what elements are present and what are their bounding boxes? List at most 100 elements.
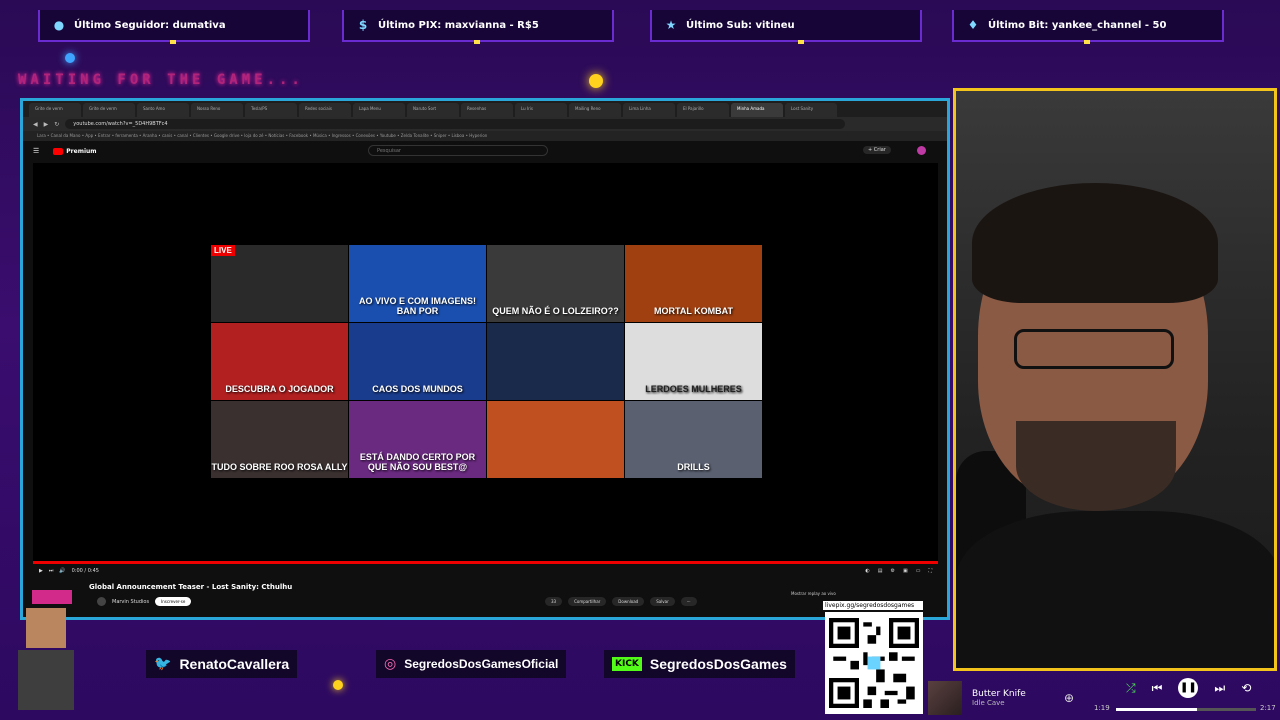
video-thumbnail[interactable]: ESTÁ DANDO CERTO POR QUE NÃO SOU BEST@	[349, 401, 486, 478]
youtube-logo[interactable]: Premium	[53, 147, 97, 155]
reload-icon[interactable]: ↻	[54, 121, 59, 128]
alert-bar: ● Último Seguidor: dumativa $ Último PIX…	[0, 0, 1280, 48]
video-thumbnail[interactable]: QUEM NÃO É O LOLZEIRO??	[487, 245, 624, 322]
star-icon: ★	[665, 18, 677, 32]
alert-bit-text: Último Bit: yankee_channel - 50	[988, 19, 1167, 31]
browser-tab[interactable]: Lu Iris	[515, 103, 567, 117]
end-screen-grid: LIVE AO VIVO E COM IMAGENS! BAN POR QUEM N…	[211, 245, 762, 478]
next-track-icon[interactable]: ⏭	[1214, 681, 1225, 696]
qr-code-icon	[829, 618, 919, 708]
previous-icon[interactable]: ⏮	[1152, 681, 1163, 696]
menu-icon[interactable]: ☰	[33, 147, 39, 155]
streamer-shirt	[956, 511, 1274, 668]
forward-icon[interactable]: ▶	[44, 121, 49, 128]
video-thumbnail[interactable]: AO VIVO E COM IMAGENS! BAN POR	[349, 245, 486, 322]
music-player: Butter Knife Idle Cave ⊕ ⤮ ⏮ ❚❚ ⏭ ⟲ 1:19…	[926, 676, 1280, 720]
thumbnail-label: ESTÁ DANDO CERTO POR QUE NÃO SOU BEST@	[359, 452, 476, 472]
avatar[interactable]	[917, 146, 926, 155]
browser-tab[interactable]: Mailing Reno	[569, 103, 621, 117]
video-actions: 33 Compartilhar Download Salvar ···	[545, 597, 697, 606]
playback-controls: ⤮ ⏮ ❚❚ ⏭ ⟲	[1126, 678, 1251, 698]
video-thumbnail[interactable]: LIVE	[211, 245, 348, 322]
time-display: 0:00 / 0:45	[71, 568, 99, 574]
browser-tab[interactable]: Nosso Reno	[191, 103, 243, 117]
video-thumbnail[interactable]: TUDO SOBRE ROO ROSA ALLY	[211, 401, 348, 478]
browser-tab[interactable]: Santo Amo	[137, 103, 189, 117]
video-progress-bar[interactable]	[33, 561, 938, 564]
browser-tab[interactable]: Redes sociais	[299, 103, 351, 117]
browser-tab[interactable]: Lost Sanity	[785, 103, 837, 117]
browser-tab[interactable]: El Pajarillo	[677, 103, 729, 117]
browser-tab[interactable]: Resenhas	[461, 103, 513, 117]
add-icon[interactable]: ⊕	[1064, 691, 1074, 705]
light-icon	[589, 74, 603, 88]
settings-icon[interactable]: ⚙	[891, 568, 895, 574]
browser-tab[interactable]: Lima Linha	[623, 103, 675, 117]
volume-icon[interactable]: 🔊	[59, 568, 65, 574]
autoplay-icon[interactable]: ◐	[865, 568, 869, 574]
instagram-icon: ◎	[384, 656, 397, 672]
subscribe-button[interactable]: Inscrever-se	[155, 597, 192, 606]
save-button[interactable]: Salvar	[650, 597, 675, 606]
kick-handle: KICK SegredosDosGames	[604, 650, 795, 678]
share-button[interactable]: Compartilhar	[568, 597, 607, 606]
play-icon[interactable]: ▶	[39, 568, 43, 574]
kick-name: SegredosDosGames	[649, 656, 787, 672]
browser-tab[interactable]: Lapa Menu	[353, 103, 405, 117]
subtitles-icon[interactable]: ▤	[878, 568, 883, 574]
lamp-icon	[798, 40, 804, 44]
theater-icon[interactable]: ▭	[916, 568, 921, 574]
track-progress[interactable]	[1116, 708, 1256, 711]
twitter-name: RenatoCavallera	[179, 656, 290, 672]
pix-icon: $	[358, 18, 368, 32]
twitter-icon: 🐦	[154, 656, 172, 672]
video-thumbnail[interactable]: CAOS DOS MUNDOS	[349, 323, 486, 400]
back-icon[interactable]: ◀	[33, 121, 38, 128]
replay-hint: Mostrar replay ao vivo	[791, 591, 836, 596]
like-button[interactable]: 33	[545, 597, 563, 606]
fullscreen-icon[interactable]: ⛶	[928, 568, 932, 574]
youtube-logo-text: Premium	[66, 147, 97, 155]
browser-tab[interactable]: Tesla/PS	[245, 103, 297, 117]
channel-name[interactable]: Marvin Studios	[112, 599, 149, 605]
video-title: Global Announcement Teaser - Lost Sanity…	[89, 583, 293, 591]
channel-avatar[interactable]	[97, 597, 106, 606]
video-thumbnail[interactable]: LERDOES MULHERES	[625, 323, 762, 400]
video-thumbnail[interactable]: DRILLS	[625, 401, 762, 478]
search-input[interactable]: Pesquisar	[368, 145, 548, 156]
shuffle-icon[interactable]: ⤮	[1126, 681, 1136, 696]
miniplayer-icon[interactable]: ▣	[903, 568, 908, 574]
thumbnail-label: CAOS DOS MUNDOS	[372, 384, 463, 394]
elapsed-time: 1:19	[1094, 704, 1110, 712]
waiting-banner: WAITING FOR THE GAME...	[18, 72, 304, 88]
qr-code	[825, 612, 923, 714]
video-thumbnail[interactable]	[487, 323, 624, 400]
bookmarks-bar: Lara • Canal da Mano • App • Entrar • fe…	[23, 131, 947, 141]
video-thumbnail[interactable]: DESCUBRA O JOGADOR	[211, 323, 348, 400]
browser-tab[interactable]: Grite de verm	[83, 103, 135, 117]
user-icon: ●	[53, 18, 65, 32]
pixel-mascot	[4, 590, 90, 720]
live-badge: LIVE	[211, 245, 235, 256]
video-thumbnail[interactable]: MORTAL KOMBAT	[625, 245, 762, 322]
thumbnail-label: MORTAL KOMBAT	[654, 306, 733, 316]
next-icon[interactable]: ⏭	[49, 568, 54, 574]
album-art	[928, 681, 962, 715]
instagram-handle: ◎ SegredosDosGamesOficial	[376, 650, 567, 678]
light-icon	[333, 680, 343, 690]
more-button[interactable]: ···	[680, 597, 697, 606]
browser-tab[interactable]: Minha Amada	[731, 103, 783, 117]
video-player[interactable]: LIVE AO VIVO E COM IMAGENS! BAN POR QUEM N…	[33, 163, 938, 563]
download-button[interactable]: Download	[612, 597, 645, 606]
thumbnail-label: LERDOES MULHERES	[645, 384, 742, 394]
channel-row: Marvin Studios Inscrever-se	[97, 597, 192, 606]
create-button[interactable]: + Criar	[863, 146, 891, 154]
browser-tab[interactable]: Naruto Sort	[407, 103, 459, 117]
browser-tab[interactable]: Grite de verm	[29, 103, 81, 117]
video-thumbnail[interactable]	[487, 401, 624, 478]
pause-button[interactable]: ❚❚	[1178, 678, 1199, 698]
stream-overlay: { "alerts": [ {"icon": "user-icon", "tex…	[0, 0, 1280, 720]
url-field[interactable]: youtube.com/watch?v=_5D4H9BTFc4	[65, 119, 846, 129]
repeat-icon[interactable]: ⟲	[1241, 681, 1251, 695]
alert-sub-text: Último Sub: vitineu	[686, 19, 795, 31]
